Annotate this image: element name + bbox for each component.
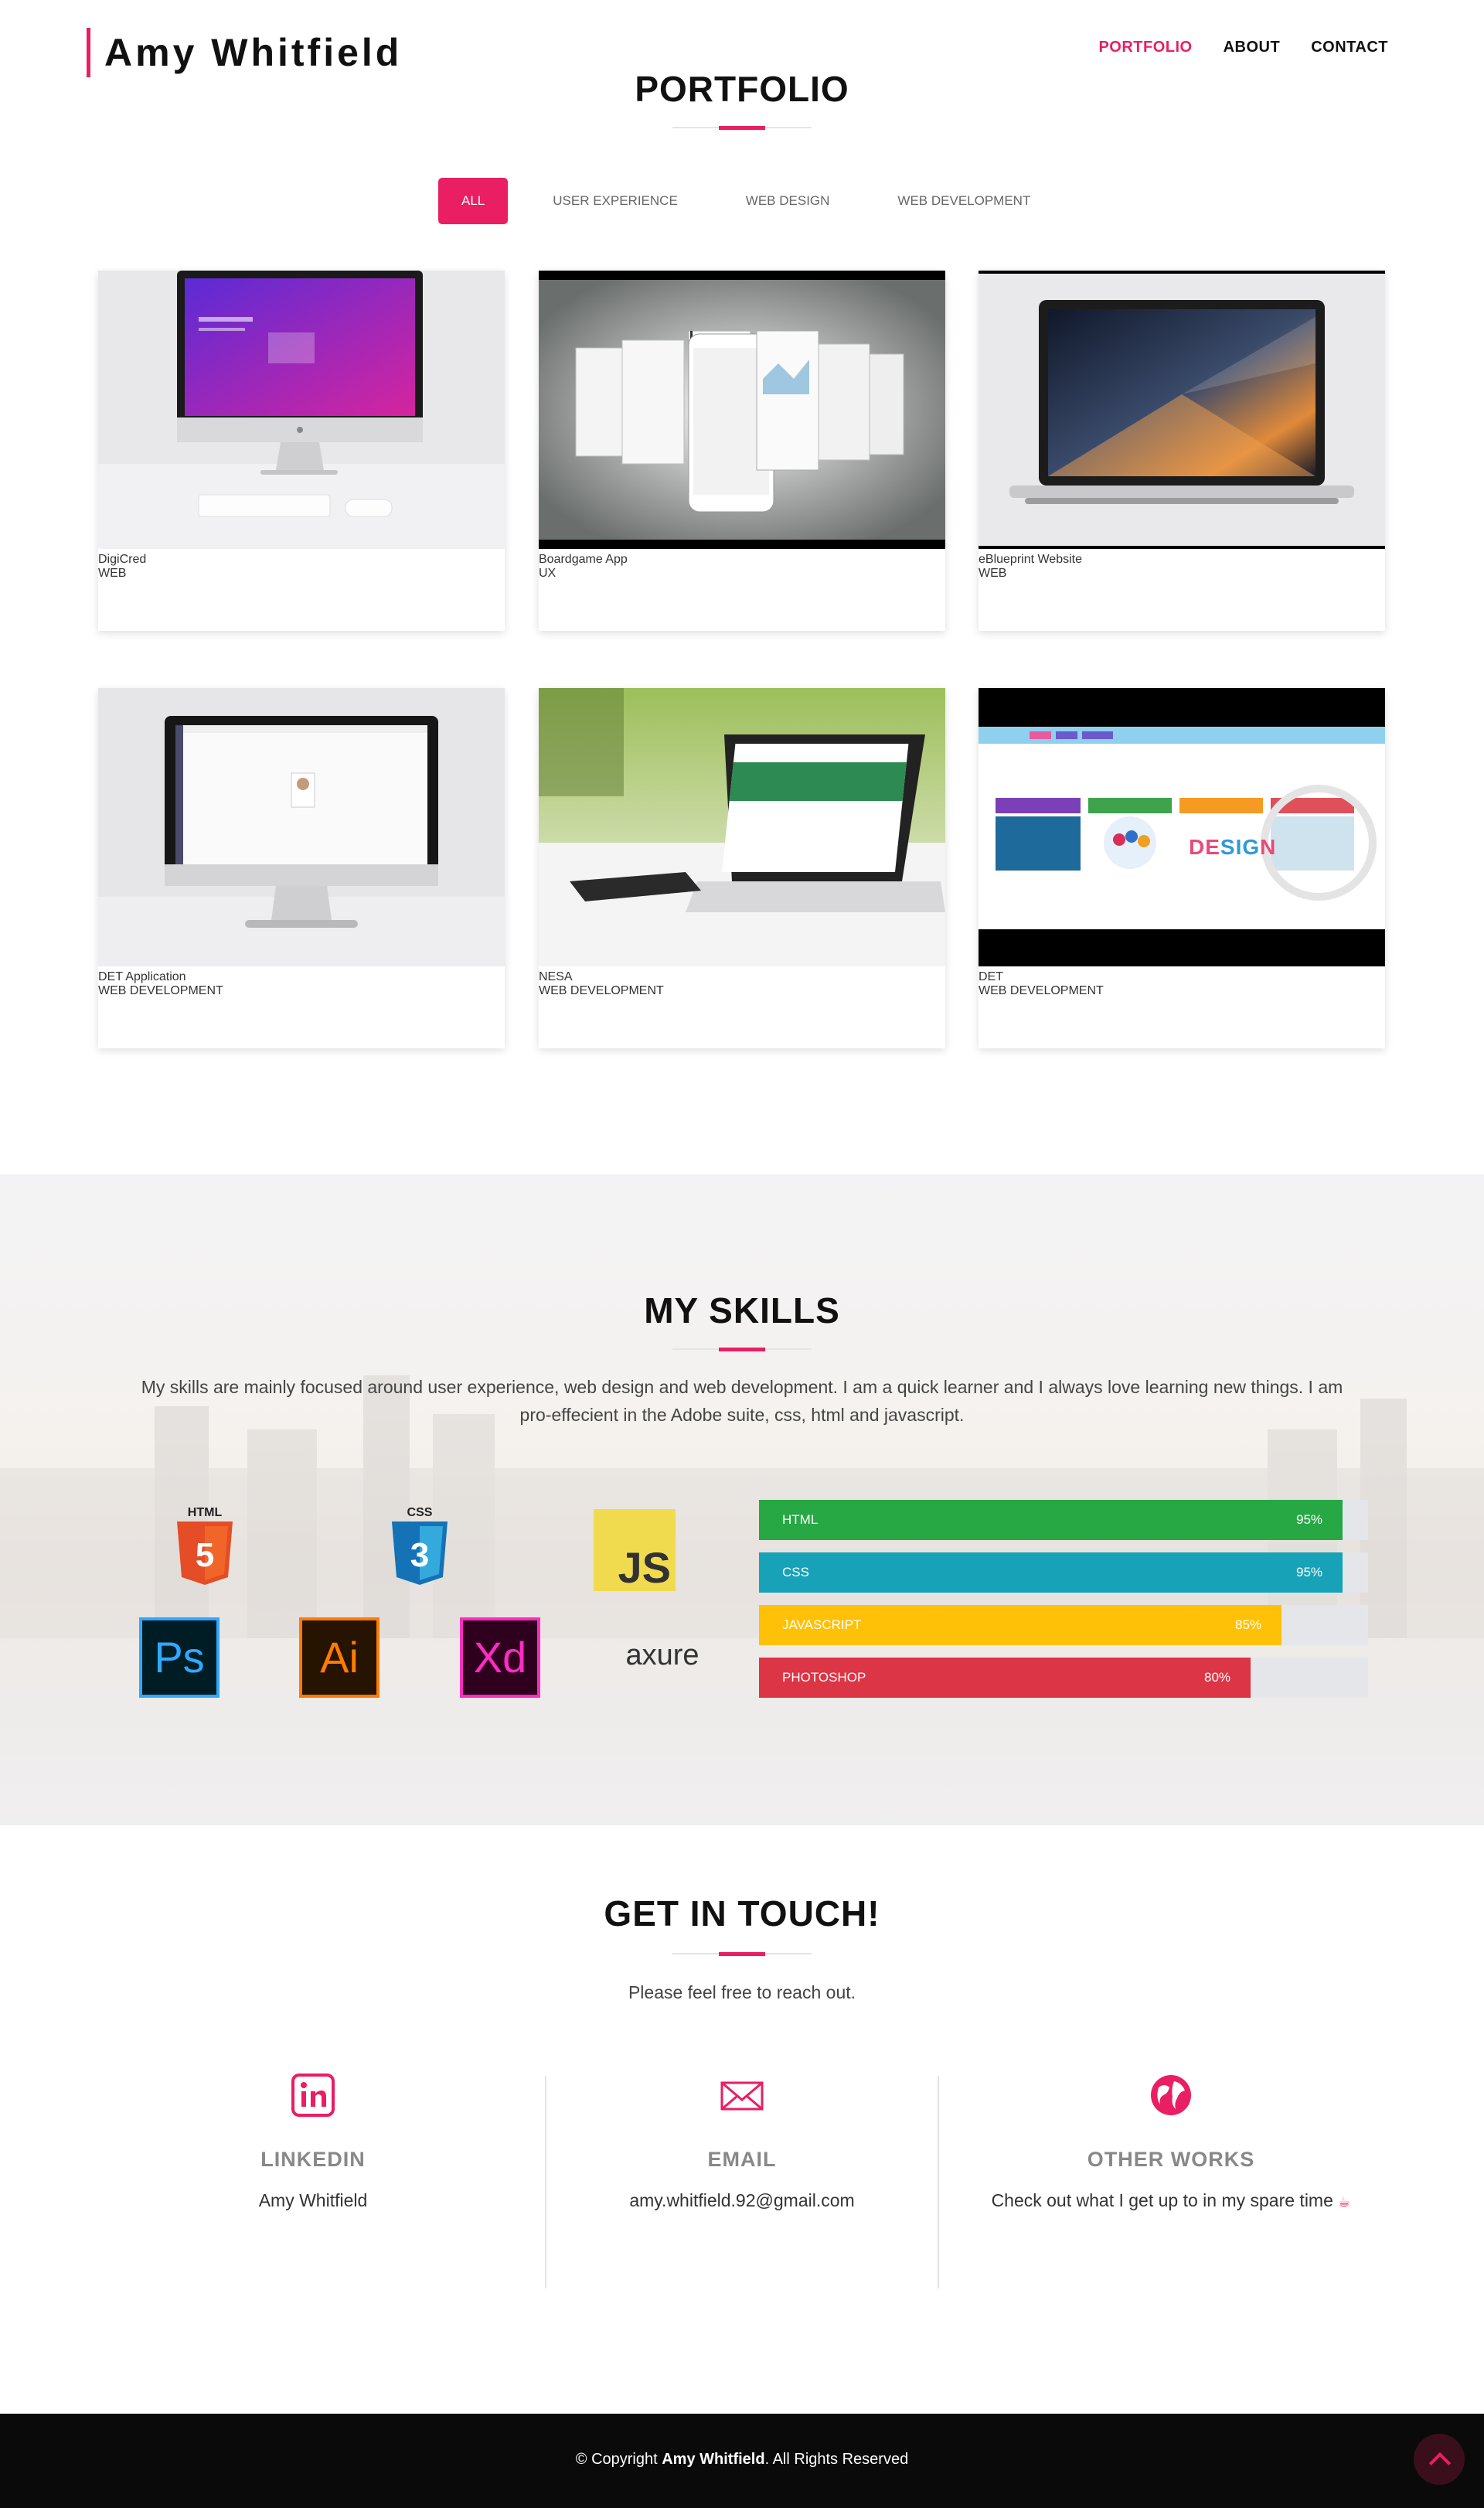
skill-bar-javascript: JAVASCRIPT 85%	[759, 1605, 1368, 1645]
skill-bar-photoshop: PHOTOSHOP 80%	[759, 1658, 1368, 1698]
title-divider	[672, 126, 812, 130]
boardgame-thumbnail	[539, 271, 945, 553]
design-graphic: DESIGN	[1189, 835, 1277, 859]
title-divider	[672, 1952, 812, 1956]
eblueprint-thumbnail	[979, 271, 1385, 553]
contact-other-works[interactable]: OTHER WORKS Check out what I get up to i…	[978, 2072, 1364, 2211]
skill-bar-percent: 85%	[1235, 1617, 1262, 1632]
coffee-icon: ☕	[1338, 2194, 1351, 2210]
contact-title: GET IN TOUCH!	[604, 1893, 880, 1934]
footer: © Copyright Amy Whitfield. All Rights Re…	[0, 2414, 1484, 2508]
skill-bar-label: CSS	[782, 1565, 809, 1579]
nav-about[interactable]: ABOUT	[1224, 39, 1281, 56]
card-title: Boardgame App	[539, 553, 628, 566]
contact-subtitle: Please feel free to reach out.	[628, 1982, 856, 2002]
card-category: WEB	[98, 567, 127, 580]
skill-bar-label: PHOTOSHOP	[782, 1670, 866, 1685]
portfolio-filters: ALL USER EXPERIENCE WEB DESIGN WEB DEVEL…	[438, 178, 1064, 224]
card-title: DET Application	[98, 970, 186, 983]
card-title: DET	[979, 970, 1003, 983]
nesa-thumbnail	[539, 688, 945, 970]
skill-bar-html: HTML 95%	[759, 1500, 1368, 1540]
det-thumbnail: DESIGN	[979, 688, 1385, 970]
portfolio-card-nesa[interactable]: NESA WEB DEVELOPMENT	[539, 688, 945, 1048]
filter-user-experience[interactable]: USER EXPERIENCE	[519, 178, 712, 224]
envelope-icon[interactable]	[719, 2072, 765, 2118]
card-category: WEB DEVELOPMENT	[98, 984, 223, 997]
javascript-icon: JS	[594, 1509, 676, 1591]
filter-all[interactable]: ALL	[438, 178, 509, 224]
nav-contact[interactable]: CONTACT	[1311, 39, 1388, 56]
svg-text:3: 3	[410, 1536, 429, 1574]
other-works-value[interactable]: Check out what I get up to in my spare t…	[978, 2190, 1364, 2211]
card-title: eBlueprint Website	[979, 553, 1082, 566]
html5-icon: HTML 5	[174, 1506, 236, 1591]
css3-icon: CSS 3	[389, 1506, 451, 1591]
column-divider	[938, 2076, 939, 2288]
card-title: DigiCred	[98, 553, 147, 566]
skill-bars: HTML 95% CSS 95% JAVASCRIPT 85% PHOTOSHOP 80%	[759, 1500, 1368, 1710]
scroll-to-top-button[interactable]	[1414, 2434, 1465, 2485]
card-category: WEB DEVELOPMENT	[979, 984, 1104, 997]
title-divider	[672, 1348, 812, 1351]
filter-web-design[interactable]: WEB DESIGN	[712, 178, 864, 224]
globe-icon[interactable]	[1148, 2072, 1194, 2118]
skill-bar-percent: 95%	[1296, 1512, 1323, 1527]
portfolio-card-digicred[interactable]: DigiCred WEB	[98, 271, 505, 631]
card-category: WEB	[979, 567, 1007, 580]
linkedin-value[interactable]: Amy Whitfield	[120, 2190, 506, 2211]
svg-text:5: 5	[196, 1536, 214, 1574]
contact-email[interactable]: EMAIL amy.whitfield.92@gmail.com	[549, 2072, 935, 2211]
column-divider	[545, 2076, 546, 2288]
card-title: NESA	[539, 970, 573, 983]
skill-bar-percent: 80%	[1204, 1670, 1231, 1685]
skills-title: MY SKILLS	[644, 1290, 840, 1331]
skill-bar-css: CSS 95%	[759, 1552, 1368, 1593]
filter-web-development[interactable]: WEB DEVELOPMENT	[863, 178, 1064, 224]
linkedin-icon[interactable]	[290, 2072, 336, 2118]
digicred-thumbnail	[98, 271, 505, 553]
copyright: © Copyright Amy Whitfield. All Rights Re…	[575, 2451, 909, 2468]
email-value[interactable]: amy.whitfield.92@gmail.com	[549, 2190, 935, 2211]
portfolio-card-eblueprint-website[interactable]: eBlueprint Website WEB	[979, 271, 1385, 631]
email-heading: EMAIL	[707, 2148, 777, 2171]
skill-bar-label: JAVASCRIPT	[782, 1617, 862, 1632]
axure-icon: axure	[625, 1639, 699, 1671]
card-category: UX	[539, 567, 556, 580]
portfolio-card-det-application[interactable]: DET Application WEB DEVELOPMENT	[98, 688, 505, 1048]
linkedin-heading: LINKEDIN	[260, 2148, 366, 2171]
skill-bar-fill	[759, 1500, 1343, 1540]
xd-icon: Xd	[460, 1617, 540, 1698]
skill-bar-label: HTML	[782, 1512, 819, 1527]
skill-bar-fill	[759, 1552, 1343, 1593]
card-category: WEB DEVELOPMENT	[539, 984, 664, 997]
nav-portfolio[interactable]: PORTFOLIO	[1098, 39, 1192, 56]
main-nav: PORTFOLIO ABOUT CONTACT	[1098, 39, 1388, 56]
illustrator-icon: Ai	[299, 1617, 380, 1698]
skill-bar-percent: 95%	[1296, 1565, 1323, 1579]
photoshop-icon: Ps	[139, 1617, 220, 1698]
other-works-heading: OTHER WORKS	[1087, 2148, 1255, 2171]
portfolio-card-boardgame-app[interactable]: Boardgame App UX	[539, 271, 945, 631]
contact-linkedin[interactable]: LINKEDIN Amy Whitfield	[120, 2072, 506, 2211]
portfolio-title: PORTFOLIO	[635, 69, 849, 109]
portfolio-card-det[interactable]: DESIGN DET WEB DEVELOPMENT	[979, 688, 1385, 1048]
skills-description: My skills are mainly focused around user…	[141, 1377, 1343, 1425]
det-application-thumbnail	[98, 688, 505, 970]
